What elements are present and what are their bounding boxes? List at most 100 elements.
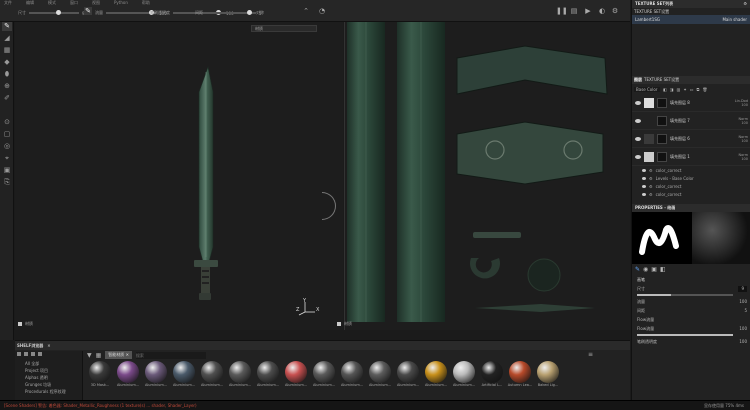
delete-icon[interactable]: 🗑: [702, 87, 707, 92]
material-thumbnail[interactable]: Aluminium...: [311, 361, 337, 387]
add-layer-icon[interactable]: ◧: [663, 87, 667, 92]
shelf-category-procedurals[interactable]: Procedurals 程序纹理: [25, 389, 66, 395]
brush-tab-icon[interactable]: ✎: [635, 266, 640, 273]
transform-tool-icon[interactable]: ⊙: [2, 118, 12, 127]
spacing-slider[interactable]: [206, 10, 256, 15]
material-thumbnail[interactable]: Aluminium...: [255, 361, 281, 387]
material-thumbnail[interactable]: Aluminium...: [423, 361, 449, 387]
export-shelf-icon[interactable]: [38, 352, 42, 356]
layers-tab[interactable]: 图层: [634, 77, 642, 83]
menu-view[interactable]: 视图: [92, 0, 100, 5]
menu-mode[interactable]: 模式: [48, 0, 56, 5]
clone-tool-icon[interactable]: ⊕: [2, 82, 12, 91]
add-effect-icon[interactable]: ✦: [683, 87, 686, 92]
menu-file[interactable]: 文件: [4, 0, 12, 5]
effect-row[interactable]: ⚙ Levels - Base Color: [632, 174, 750, 182]
spacing-slider-knob[interactable]: [246, 10, 252, 15]
effect-eye-icon[interactable]: [642, 184, 646, 188]
size-slider[interactable]: [29, 10, 79, 15]
effect-eye-icon[interactable]: [642, 168, 646, 172]
alpha-tab-icon[interactable]: ◉: [643, 266, 648, 273]
size-slider-knob[interactable]: [56, 10, 61, 15]
filter-icon[interactable]: ▼: [87, 352, 92, 359]
folder-icon[interactable]: [17, 352, 21, 356]
effect-eye-icon[interactable]: [642, 192, 646, 196]
paint-tool-icon[interactable]: ✎: [2, 22, 12, 31]
render-icon[interactable]: ◐: [598, 7, 606, 15]
channel-dropdown[interactable]: Base Color: [634, 86, 660, 92]
flow-prop-slider[interactable]: [637, 334, 733, 336]
texture-set-row[interactable]: Lambert1SG Main shader: [632, 15, 750, 24]
texture-set-settings-tab[interactable]: TEXTURE SET设置: [634, 9, 669, 15]
layer-opacity[interactable]: 100: [735, 103, 748, 107]
grid-view-icon[interactable]: ▦: [96, 352, 102, 359]
material-tab-icon[interactable]: ◧: [660, 266, 666, 273]
shelf-category-alphas[interactable]: Alphas 透明: [25, 375, 48, 381]
3d-viewport-channel-dropdown[interactable]: 材质: [251, 25, 317, 32]
layer-opacity[interactable]: 100: [738, 139, 748, 143]
shelf-close-icon[interactable]: ✕: [47, 343, 50, 348]
add-folder-layer-icon[interactable]: ▭: [690, 87, 694, 92]
shelf-category-grunges[interactable]: Grunges 垃圾: [25, 382, 51, 388]
material-mode-icon[interactable]: [18, 322, 22, 326]
visibility-eye-icon[interactable]: [635, 100, 641, 105]
picker-tool-icon[interactable]: ✐: [2, 94, 12, 103]
color-picker-icon[interactable]: ⌖: [2, 154, 12, 163]
import-icon[interactable]: [31, 352, 35, 356]
menu-help[interactable]: 帮助: [142, 0, 150, 5]
material-thumbnail[interactable]: Baked Lig...: [535, 361, 561, 387]
shelf-search-input[interactable]: [135, 351, 206, 359]
visibility-eye-icon[interactable]: [635, 136, 641, 141]
video-icon[interactable]: ▶: [584, 7, 592, 15]
material-thumbnail[interactable]: Aluminium...: [395, 361, 421, 387]
stencil-tab-icon[interactable]: ▣: [651, 266, 657, 273]
texture-set-list-settings-icon[interactable]: ⚙: [743, 0, 747, 8]
material-thumbnail[interactable]: Aluminium...: [115, 361, 141, 387]
settings-icon[interactable]: ⚙: [611, 7, 619, 15]
add-folder-icon[interactable]: [24, 352, 28, 356]
layer-opacity[interactable]: 100: [738, 157, 748, 161]
flow-slider[interactable]: [106, 10, 156, 15]
layout-icon[interactable]: ▤: [570, 7, 578, 15]
3d-viewport[interactable]: 材质 X Y Z 材质: [15, 22, 343, 330]
material-thumbnail[interactable]: Aluminium...: [451, 361, 477, 387]
eraser-tool-icon[interactable]: ◢: [2, 34, 12, 43]
layer-row[interactable]: 填充图层 8 Lin.Dod 100: [632, 94, 750, 112]
add-fill-icon[interactable]: ◨: [670, 87, 674, 92]
duplicate-icon[interactable]: ⧉: [696, 87, 699, 92]
menu-python[interactable]: Python: [114, 0, 128, 5]
material-thumbnail[interactable]: Aluminium...: [227, 361, 253, 387]
material-thumbnail[interactable]: Aluminium...: [283, 361, 309, 387]
layer-opacity[interactable]: 100: [738, 121, 748, 125]
layer-row[interactable]: 填充图层 1 Norm 100: [632, 148, 750, 166]
material-thumbnail[interactable]: Aluminium...: [367, 361, 393, 387]
material-thumbnail[interactable]: Autumn Lea...: [507, 361, 533, 387]
shelf-filter-chip[interactable]: 智能材质 ✕: [105, 351, 132, 359]
material-thumbnail[interactable]: Artificial L...: [479, 361, 505, 387]
material-thumbnail[interactable]: 3D Mask...: [87, 361, 113, 387]
geometry-mask-icon[interactable]: ◎: [2, 142, 12, 151]
visibility-eye-icon[interactable]: [635, 154, 641, 159]
shelf-category-all[interactable]: All 全部: [25, 361, 39, 367]
bake-icon[interactable]: ▣: [2, 166, 12, 175]
add-mask-icon[interactable]: ▥: [677, 87, 681, 92]
visibility-eye-icon[interactable]: [635, 118, 641, 123]
effect-row[interactable]: ⚙ color_correct: [632, 182, 750, 190]
2d-material-mode-icon[interactable]: [337, 322, 341, 326]
polyfill-tool-icon[interactable]: ◆: [2, 58, 12, 67]
texture-set-settings-tab-2[interactable]: TEXTURE SET设置: [644, 77, 679, 83]
layer-row[interactable]: 填充图层 7 Norm 100: [632, 112, 750, 130]
material-thumbnail[interactable]: Aluminium...: [143, 361, 169, 387]
export-icon[interactable]: ⎘: [2, 178, 12, 187]
shelf-category-project[interactable]: Project 项目: [25, 368, 48, 374]
menu-window[interactable]: 窗口: [70, 0, 78, 5]
smudge-tool-icon[interactable]: ⬮: [2, 70, 12, 79]
material-thumbnail[interactable]: Aluminium...: [171, 361, 197, 387]
camera-icon[interactable]: ◔: [318, 7, 326, 15]
size-prop-slider[interactable]: [637, 294, 733, 296]
shelf-menu-icon[interactable]: ≡: [588, 351, 593, 358]
material-thumbnail[interactable]: Aluminium...: [339, 361, 365, 387]
projection-tool-icon[interactable]: ▦: [2, 46, 12, 55]
size-value[interactable]: 9: [738, 286, 747, 292]
brush-mode-icon[interactable]: ✎: [84, 7, 92, 15]
